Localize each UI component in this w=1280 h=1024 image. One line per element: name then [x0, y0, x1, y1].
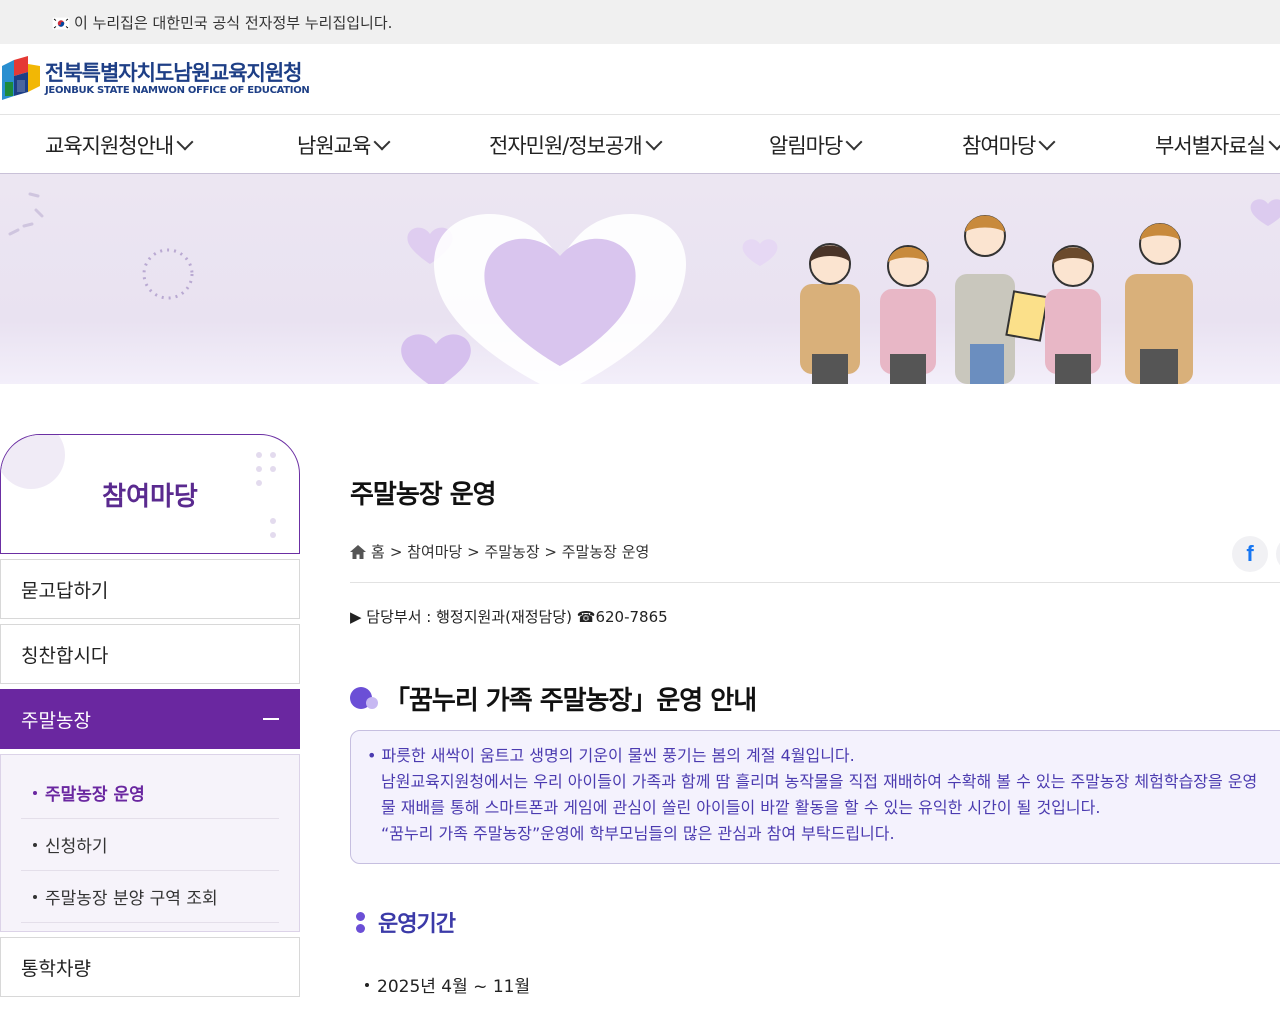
breadcrumb-path: > 참여마당 > 주말농장 > 주말농장 운영	[389, 543, 650, 561]
share-icon[interactable]	[1276, 536, 1280, 572]
side-nav-item-praise[interactable]: 칭찬합시다	[0, 624, 300, 684]
side-nav-item-weekend-farm[interactable]: 주말농장	[0, 689, 300, 749]
gov-banner: 이 누리집은 대한민국 공식 전자정부 누리집입니다.	[0, 0, 1280, 44]
bullet-icon	[33, 894, 37, 899]
bullet-icon	[33, 790, 37, 795]
bullet-icon	[365, 982, 369, 987]
logo-name-ko: 전북특별자치도남원교육지원청	[45, 61, 302, 85]
section-bullet-icon	[350, 686, 378, 712]
intro-line: 남원교육지원청에서는 우리 아이들이 가족과 함께 땀 흘리며 농작물을 직접 …	[381, 772, 1258, 791]
home-icon[interactable]	[350, 544, 366, 559]
gnb-item-notice[interactable]: 알림마당	[769, 115, 863, 174]
gnb-label: 남원교육	[297, 133, 371, 158]
gnb-label: 전자민원/정보공개	[489, 133, 643, 158]
gnb-item-e-civil[interactable]: 전자민원/정보공개	[489, 115, 663, 174]
side-nav-item-label: 통학차량	[21, 957, 91, 980]
side-nav-title: 참여마당	[0, 434, 300, 554]
title-divider	[350, 582, 1280, 583]
side-nav-submenu: 주말농장 운영 신청하기 주말농장 분양 구역 조회	[0, 754, 300, 932]
side-nav-item-label: 칭찬합시다	[21, 644, 109, 667]
side-nav-item-label: 주말농장	[21, 709, 91, 732]
chevron-down-icon	[645, 133, 663, 150]
logo-emblem-icon	[2, 56, 42, 102]
side-nav-sub-item-plot-lookup[interactable]: 주말농장 분양 구역 조회	[21, 871, 279, 923]
period-value: 2025년 4월 ~ 11월	[377, 977, 531, 997]
breadcrumb-home[interactable]: 홈	[371, 541, 385, 562]
hero-banner	[0, 174, 1280, 384]
global-nav: 교육지원청안내 남원교육 전자민원/정보공개 알림마당 참여마당 부서별자료실	[0, 115, 1280, 174]
section-title: 「꿈누리 가족 주말농장」운영 안내	[350, 680, 757, 717]
side-nav-sub-item-label: 신청하기	[45, 837, 108, 857]
department-info: ▶ 담당부서 : 행정지원과(재정담당) ☎620-7865	[350, 608, 668, 626]
side-nav-item-label: 묻고답하기	[21, 579, 109, 602]
side-nav-item-qna[interactable]: 묻고답하기	[0, 559, 300, 619]
side-nav-title-text: 참여마당	[102, 481, 198, 512]
site-header: 전북특별자치도남원교육지원청 JEONBUK STATE NAMWON OFFI…	[0, 44, 1280, 115]
gov-banner-text: 이 누리집은 대한민국 공식 전자정부 누리집입니다.	[74, 13, 393, 32]
intro-line: • 파릇한 새싹이 움트고 생명의 기운이 물씬 풍기는 봄의 계절 4월입니다…	[367, 746, 855, 765]
gnb-item-office-info[interactable]: 교육지원청안내	[45, 115, 194, 174]
side-nav-sub-item-label: 주말농장 운영	[45, 785, 145, 805]
page-title: 주말농장 운영	[350, 480, 497, 510]
gnb-label: 알림마당	[769, 133, 843, 158]
intro-text: 파릇한 새싹이 움트고 생명의 기운이 물씬 풍기는 봄의 계절 4월입니다.	[381, 746, 855, 765]
period-title: 운영기간	[350, 906, 456, 938]
chevron-down-icon	[1268, 133, 1280, 150]
period-item: 2025년 4월 ~ 11월	[365, 972, 530, 997]
side-nav-sub-item-farm-operation[interactable]: 주말농장 운영	[21, 767, 279, 819]
intro-line: 물 재배를 통해 스마트폰과 게임에 관심이 쏠린 아이들이 바깥 활동을 할 …	[381, 798, 1101, 817]
bullet-icon	[33, 842, 37, 847]
side-nav-sub-item-label: 주말농장 분양 구역 조회	[45, 889, 218, 909]
gnb-item-participation[interactable]: 참여마당	[962, 115, 1056, 174]
side-nav: 참여마당 묻고답하기 칭찬합시다 주말농장 주말농장 운영 신청하기 주말농장 …	[0, 434, 300, 1002]
collapse-minus-icon	[263, 718, 279, 720]
side-nav-item-school-bus[interactable]: 통학차량	[0, 937, 300, 997]
chevron-down-icon	[176, 133, 194, 150]
gnb-item-department-data[interactable]: 부서별자료실	[1155, 115, 1280, 174]
site-logo[interactable]: 전북특별자치도남원교육지원청 JEONBUK STATE NAMWON OFFI…	[2, 56, 310, 102]
hero-illustration	[8, 192, 1280, 384]
section-title-text: 「꿈누리 가족 주말농장」운영 안내	[384, 686, 757, 716]
korea-flag-icon	[51, 16, 71, 30]
chevron-down-icon	[373, 133, 391, 150]
intro-line: “꿈누리 가족 주말농장”운영에 학부모님들의 많은 관심과 참여 부탁드립니다…	[381, 824, 895, 843]
intro-box: • 파릇한 새싹이 움트고 생명의 기운이 물씬 풍기는 봄의 계절 4월입니다…	[350, 730, 1280, 864]
breadcrumb: 홈 > 참여마당 > 주말농장 > 주말농장 운영	[350, 541, 649, 562]
gnb-label: 교육지원청안내	[45, 133, 174, 158]
chevron-down-icon	[1038, 133, 1056, 150]
gnb-label: 부서별자료실	[1155, 133, 1266, 158]
chevron-down-icon	[845, 133, 863, 150]
facebook-share-icon[interactable]: f	[1232, 536, 1268, 572]
gnb-label: 참여마당	[962, 133, 1036, 158]
period-title-text: 운영기간	[378, 912, 456, 937]
gnb-item-namwon-education[interactable]: 남원교육	[297, 115, 391, 174]
sub-title-bullet-icon	[356, 910, 366, 934]
logo-name-en: JEONBUK STATE NAMWON OFFICE OF EDUCATION	[45, 85, 310, 96]
side-nav-sub-item-apply[interactable]: 신청하기	[21, 819, 279, 871]
